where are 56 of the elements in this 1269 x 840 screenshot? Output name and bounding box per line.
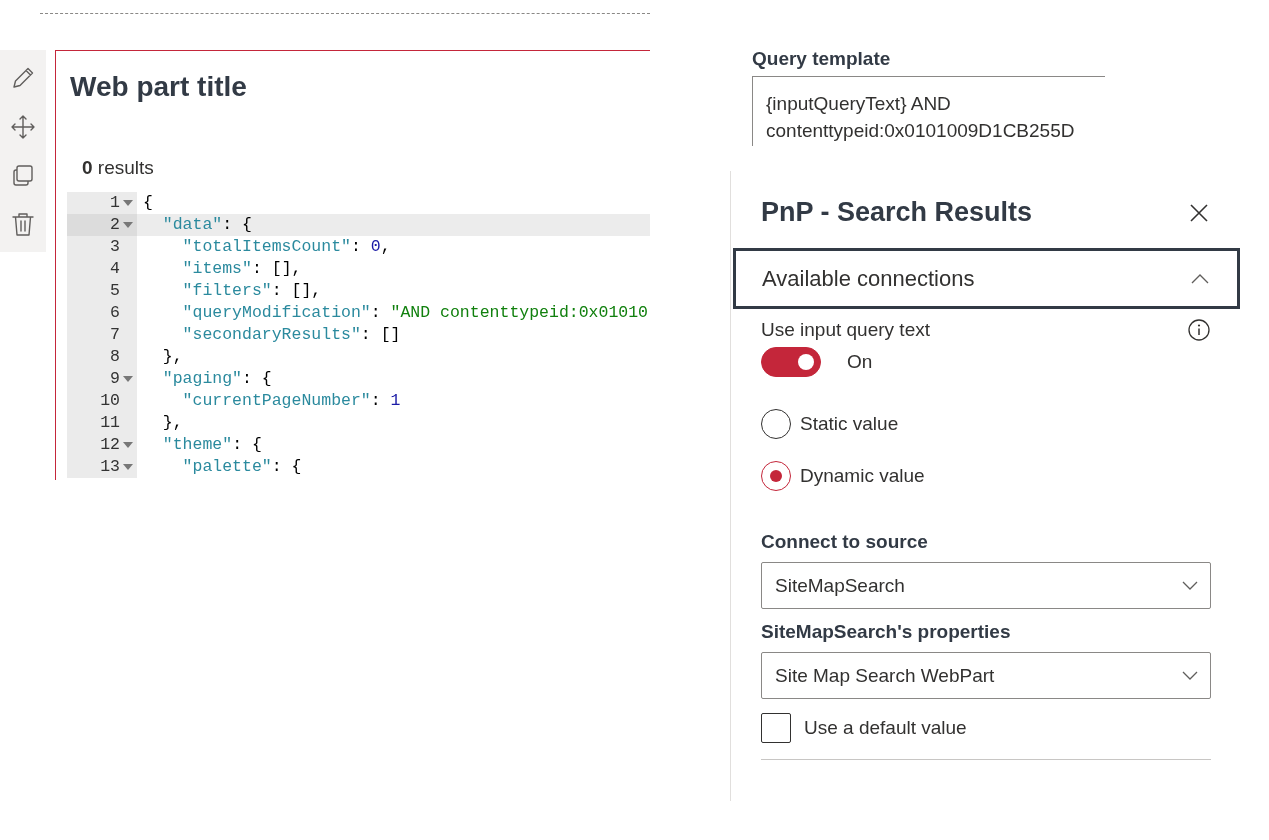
code-line: "currentPageNumber": 1 (181, 390, 401, 412)
fold-arrow-icon[interactable] (123, 376, 133, 382)
panel-title: PnP - Search Results (761, 197, 1033, 228)
fold-arrow-icon[interactable] (123, 464, 133, 470)
code-line: "theme": { (161, 434, 262, 456)
code-line: "totalItemsCount": 0, (181, 236, 391, 258)
fold-arrow-icon[interactable] (123, 200, 133, 206)
code-line: "queryModification": "AND contenttypeid:0x01010 (181, 302, 648, 324)
results-count: 0 results (82, 157, 154, 179)
checkbox-label: Use a default value (804, 717, 967, 739)
code-line: "secondaryResults": [] (181, 324, 401, 346)
line-number: 10 (100, 390, 120, 412)
line-number: 1 (110, 192, 120, 214)
code-line: "paging": { (161, 368, 272, 390)
chevron-down-icon (1182, 671, 1198, 680)
toggle-label: Use input query text (761, 319, 930, 341)
dropdown[interactable]: SiteMapSearch (761, 562, 1211, 609)
close-icon[interactable] (1189, 202, 1209, 223)
move-icon[interactable] (10, 113, 36, 140)
code-line: "palette": { (181, 456, 302, 478)
line-number: 12 (100, 434, 120, 456)
dropdown-label: SiteMapSearch's properties (761, 621, 1011, 643)
toggle-switch[interactable] (761, 347, 821, 377)
code-line: "filters": [], (181, 280, 322, 302)
line-number: 6 (110, 302, 120, 324)
web-part-title: Web part title (70, 71, 247, 103)
line-number: 5 (110, 280, 120, 302)
line-number: 4 (110, 258, 120, 280)
toggle-state: On (847, 351, 873, 373)
line-number: 3 (110, 236, 120, 258)
chevron-down-icon (1182, 581, 1198, 590)
dropdown[interactable]: Site Map Search WebPart (761, 652, 1211, 699)
line-number: 7 (110, 324, 120, 346)
field-label: Query template (752, 48, 891, 70)
trash-icon[interactable] (10, 210, 36, 237)
code-line: "items": [], (181, 258, 302, 280)
line-number: 11 (100, 412, 120, 434)
code-line: { (142, 192, 153, 214)
line-number: 9 (110, 368, 120, 390)
line-number: 8 (110, 346, 120, 368)
code-line: }, (161, 412, 183, 434)
chevron-up-icon (1191, 273, 1209, 284)
query-template-field[interactable]: {inputQueryText} AND contenttypeid:0x0101009D1CB255D (752, 76, 1105, 146)
code-line: }, (161, 346, 183, 368)
copy-icon[interactable] (10, 162, 36, 189)
fold-arrow-icon[interactable] (123, 222, 133, 228)
accordion-header[interactable]: Available connections (733, 248, 1240, 309)
line-number: 13 (100, 456, 120, 478)
line-number: 2 (110, 214, 120, 236)
code-line: "data": { (161, 214, 252, 236)
radio-option[interactable]: Dynamic value (761, 461, 925, 491)
checkbox[interactable] (761, 713, 791, 743)
radio-option[interactable]: Static value (761, 409, 899, 439)
info-icon[interactable] (1188, 319, 1210, 341)
fold-arrow-icon[interactable] (123, 442, 133, 448)
dropdown-label: Connect to source (761, 531, 928, 553)
